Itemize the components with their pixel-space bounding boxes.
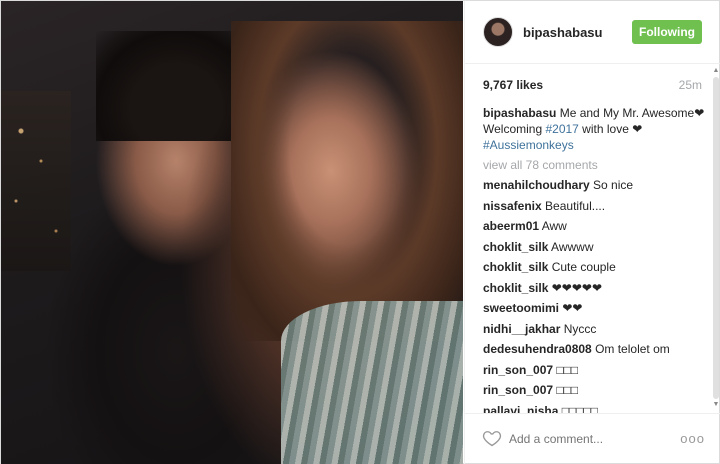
comment-text: ❤❤❤❤❤	[551, 280, 602, 295]
comment-user[interactable]: choklit_silk	[483, 260, 548, 274]
comment-text: □□□□□	[561, 403, 598, 414]
post-username[interactable]: bipashabasu	[523, 25, 602, 40]
comment-row: rin_son_007 □□□	[483, 362, 705, 378]
comment-row: menahilchoudhary So nice	[483, 177, 705, 193]
comment-row: rin_son_007 □□□	[483, 382, 705, 398]
comment-user[interactable]: nidhi__jakhar	[483, 322, 560, 336]
post-frame: bipashabasu Following 9,767 likes 25m bi…	[0, 0, 720, 464]
comment-row: abeerm01 Aww	[483, 218, 705, 234]
photo-shape-dress	[281, 301, 463, 464]
comment-user[interactable]: choklit_silk	[483, 281, 548, 295]
comment-text: So nice	[593, 178, 634, 192]
scroll-down-arrow-icon[interactable]: ▼	[712, 401, 720, 409]
following-button[interactable]: Following	[632, 20, 702, 44]
avatar[interactable]	[483, 17, 513, 47]
scroll-up-arrow-icon[interactable]: ▲	[712, 67, 720, 75]
view-all-comments-link[interactable]: view all 78 comments	[483, 157, 705, 173]
scroll-thumb[interactable]	[713, 77, 719, 399]
comment-user[interactable]: abeerm01	[483, 219, 539, 233]
comment-text: Aww	[541, 219, 567, 233]
photo-shape-hair-brown	[231, 21, 463, 341]
comment-text: □□□	[556, 362, 579, 377]
comment-row: choklit_silk Cute couple	[483, 259, 705, 275]
caption-text-2: with love ❤	[578, 122, 643, 136]
caption: bipashabasu Me and My Mr. Awesome❤Welcom…	[483, 105, 705, 153]
heart-icon[interactable]	[482, 428, 502, 448]
comment-row: choklit_silk Awwww	[483, 239, 705, 255]
caption-user[interactable]: bipashabasu	[483, 106, 556, 120]
comment-user[interactable]: rin_son_007	[483, 363, 553, 377]
comment-row: choklit_silk ❤❤❤❤❤	[483, 280, 705, 296]
comment-row: dedesuhendra0808 Om telolet om	[483, 341, 705, 357]
comment-user[interactable]: menahilchoudhary	[483, 178, 590, 192]
comment-user[interactable]: nissafenix	[483, 199, 542, 213]
comments-list: bipashabasu Me and My Mr. Awesome❤Welcom…	[483, 105, 705, 413]
likes-count[interactable]: 9,767 likes	[483, 78, 543, 92]
comment-text: Nyccc	[563, 321, 597, 336]
comment-user[interactable]: rin_son_007	[483, 383, 553, 397]
post-sidebar: bipashabasu Following 9,767 likes 25m bi…	[464, 1, 720, 464]
comment-text: Cute couple	[551, 260, 616, 274]
add-comment-input[interactable]	[509, 432, 669, 446]
comment-text: Beautiful....	[545, 198, 606, 213]
comment-row: sweetoomimi ❤❤	[483, 300, 705, 316]
comment-row: pallavi_nisha □□□□□	[483, 403, 705, 414]
comment-user[interactable]: sweetoomimi	[483, 301, 559, 315]
post-time[interactable]: 25m	[679, 78, 702, 92]
more-options-icon[interactable]: ooo	[680, 431, 705, 446]
comment-text: □□□	[556, 383, 579, 397]
comment-text: Awwww	[551, 239, 594, 254]
post-header: bipashabasu Following	[465, 1, 720, 64]
comment-text: ❤❤	[562, 301, 583, 315]
hashtag-2017[interactable]: #2017	[545, 122, 578, 136]
comment-user[interactable]: dedesuhendra0808	[483, 342, 592, 356]
comment-row: nidhi__jakhar Nyccc	[483, 321, 705, 337]
comment-user[interactable]: choklit_silk	[483, 240, 548, 254]
comment-user[interactable]: pallavi_nisha	[483, 404, 558, 414]
comment-row: nissafenix Beautiful....	[483, 198, 705, 214]
comment-rows: menahilchoudhary So nice nissafenix Beaut…	[483, 177, 705, 413]
post-photo[interactable]	[1, 1, 463, 464]
comment-footer: ooo	[465, 413, 720, 464]
city-lights-background	[1, 91, 71, 271]
hashtag-aussiemonkeys[interactable]: #Aussiemonkeys	[483, 138, 574, 152]
comments-scrollbar[interactable]: ▲ ▼	[712, 67, 720, 409]
comment-text: Om telolet om	[595, 342, 670, 356]
